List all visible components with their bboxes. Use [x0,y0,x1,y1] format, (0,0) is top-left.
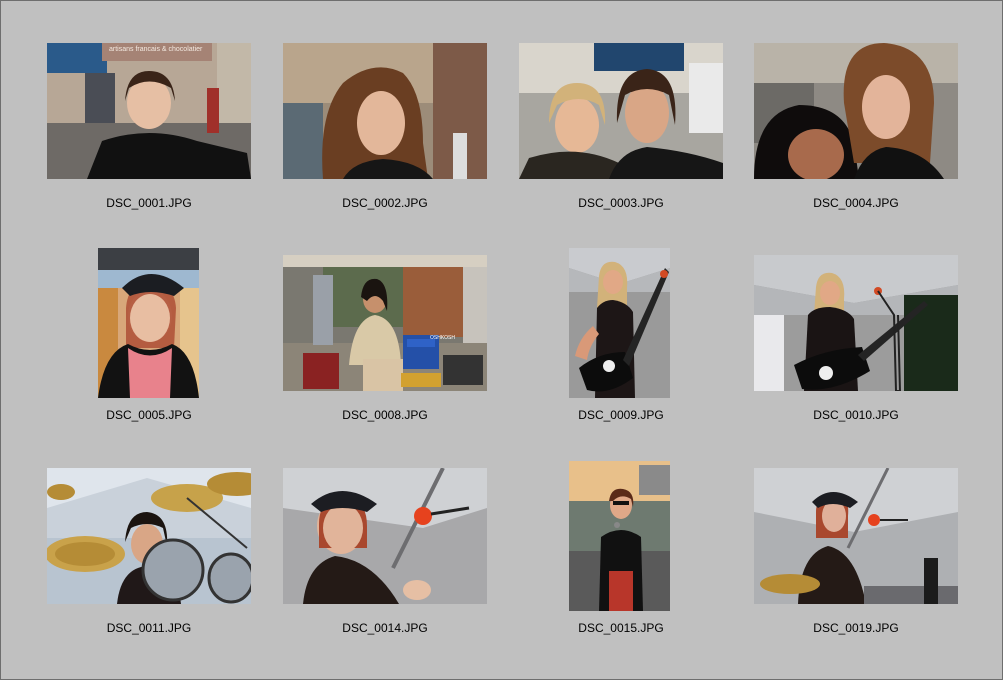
photo-thumbnail[interactable] [754,255,958,391]
photo-filename: DSC_0004.JPG [813,196,899,210]
photo-filename: DSC_0005.JPG [106,408,192,422]
photo-thumbnail[interactable] [569,461,670,611]
photo-thumbnail[interactable]: artisans francais & chocolatier [47,43,251,179]
photo-thumbnail[interactable]: OSHKOSH [283,255,487,391]
photo-thumbnail[interactable] [569,248,670,398]
photo-filename: DSC_0015.JPG [578,621,664,635]
photo-image [283,43,487,179]
thumbnail-gallery: artisans francais & chocolatier DSC_0001… [0,0,1003,680]
photo-image [519,43,723,179]
photo-filename: DSC_0001.JPG [106,196,192,210]
photo-image [47,43,251,179]
photo-image [283,468,487,604]
photo-filename: DSC_0009.JPG [578,408,664,422]
photo-image [754,43,958,179]
photo-filename: DSC_0019.JPG [813,621,899,635]
photo-thumbnail[interactable] [283,468,487,604]
sign-text: artisans francais & chocolatier [109,46,203,53]
photo-filename: DSC_0003.JPG [578,196,664,210]
photo-filename: DSC_0011.JPG [106,621,192,635]
photo-thumbnail[interactable] [98,248,199,398]
photo-image [283,255,487,391]
photo-filename: DSC_0010.JPG [813,408,899,422]
chair-text: OSHKOSH [430,335,456,341]
photo-image [98,248,199,398]
photo-thumbnail[interactable] [754,468,958,604]
photo-image [47,468,251,604]
photo-thumbnail[interactable] [47,468,251,604]
photo-image [569,248,670,398]
photo-thumbnail[interactable] [283,43,487,179]
photo-image [569,461,670,611]
photo-image [754,255,958,391]
photo-filename: DSC_0002.JPG [342,196,428,210]
photo-thumbnail[interactable] [519,43,723,179]
photo-filename: DSC_0014.JPG [342,621,428,635]
photo-image [754,468,958,604]
photo-filename: DSC_0008.JPG [342,408,428,422]
photo-thumbnail[interactable] [754,43,958,179]
